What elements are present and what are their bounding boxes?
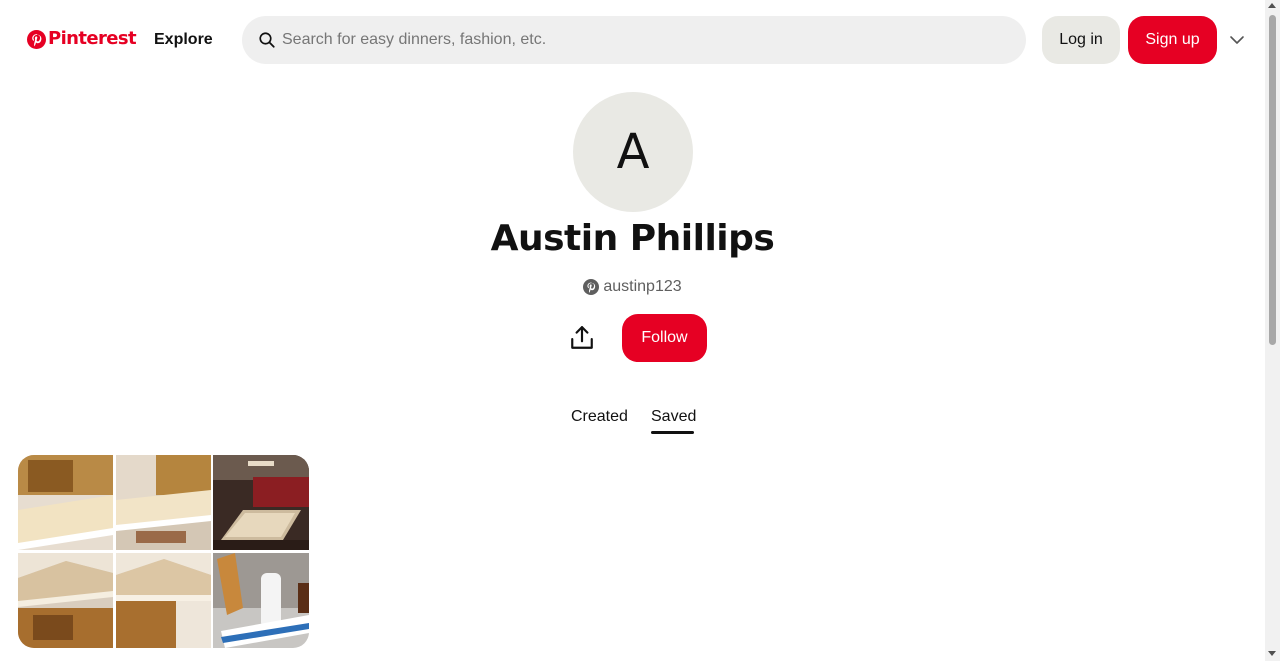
tab-created[interactable]: Created <box>571 408 628 426</box>
board-thumbnail <box>116 455 211 550</box>
pinterest-logo-icon <box>27 29 46 49</box>
scroll-thumb[interactable] <box>1269 15 1276 345</box>
search-bar[interactable] <box>242 16 1026 64</box>
avatar: A <box>573 92 693 212</box>
pinterest-circle-icon <box>583 279 600 295</box>
search-icon <box>259 32 275 48</box>
share-button[interactable] <box>558 314 606 362</box>
board-thumbnail <box>213 553 309 648</box>
profile-name: Austin Phillips <box>490 218 775 259</box>
signup-button[interactable]: Sign up <box>1128 16 1217 64</box>
board-thumbnail <box>18 553 113 648</box>
board-thumbnail <box>116 553 211 648</box>
login-button[interactable]: Log in <box>1042 16 1120 64</box>
scroll-down-arrow-icon[interactable] <box>1268 651 1276 656</box>
profile-handle: austinp123 <box>0 278 1265 296</box>
search-input[interactable] <box>282 16 1002 64</box>
top-nav: Pinterest Explore Log in Sign up <box>0 0 1265 80</box>
tab-saved[interactable]: Saved <box>651 408 696 426</box>
chevron-down-icon[interactable] <box>1229 33 1245 47</box>
active-tab-indicator <box>651 431 694 434</box>
board-thumbnail <box>213 455 309 550</box>
board-thumbnail <box>18 455 113 550</box>
handle-text: austinp123 <box>603 278 682 295</box>
follow-button[interactable]: Follow <box>622 314 707 362</box>
share-upload-icon <box>571 326 593 349</box>
explore-link[interactable]: Explore <box>154 31 213 49</box>
page-scrollbar[interactable] <box>1265 0 1280 661</box>
logo-text: Pinterest <box>48 28 137 49</box>
scroll-up-arrow-icon[interactable] <box>1268 3 1276 8</box>
pinterest-logo-link[interactable]: Pinterest <box>27 28 137 50</box>
board-preview[interactable] <box>18 455 309 648</box>
